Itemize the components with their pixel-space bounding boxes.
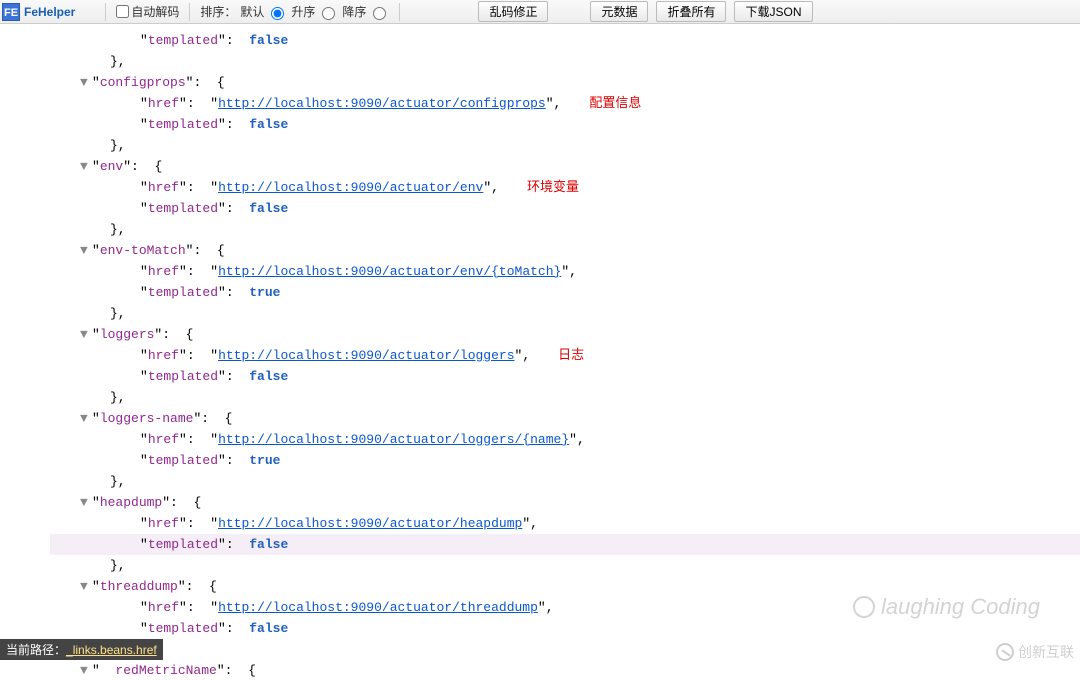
sort-radio-group: 默认 升序 降序 [240, 3, 389, 20]
href-link[interactable]: http://localhost:9090/actuator/env/ [218, 264, 491, 279]
caret-icon[interactable]: ▼ [80, 408, 92, 429]
sort-asc[interactable]: 升序 [291, 3, 338, 20]
href-link[interactable]: http://localhost:9090/actuator/loggers [218, 348, 514, 363]
sort-default-radio[interactable] [271, 7, 284, 20]
json-line: "templated": false [50, 618, 1080, 639]
annotation: 环境变量 [527, 180, 579, 195]
json-line: "templated": false [50, 198, 1080, 219]
json-line: ▼"env": { [50, 156, 1080, 177]
collapse-all-button[interactable]: 折叠所有 [656, 1, 726, 22]
json-line: "href": "http://localhost:9090/actuator/… [50, 513, 1080, 534]
sort-desc-radio[interactable] [373, 7, 386, 20]
divider [189, 3, 190, 21]
sort-asc-radio[interactable] [322, 7, 335, 20]
toolbar: FE FeHelper 自动解码 排序： 默认 升序 降序 乱码修正 元数据 折… [0, 0, 1080, 24]
json-line: "templated": true [50, 450, 1080, 471]
logo-icon: FE [2, 3, 20, 21]
href-link[interactable]: {toMatch} [491, 264, 561, 279]
fix-encoding-button[interactable]: 乱码修正 [478, 1, 548, 22]
status-label: 当前路径： [6, 643, 66, 657]
json-line: "href": "http://localhost:9090/actuator/… [50, 261, 1080, 282]
brand-icon [996, 643, 1014, 661]
json-line: }, [50, 471, 1080, 492]
href-link[interactable]: http://localhost:9090/actuator/configpro… [218, 96, 546, 111]
watermark: laughing Coding [853, 594, 1040, 620]
caret-icon[interactable]: ▼ [80, 156, 92, 177]
json-line: }, [50, 639, 1080, 660]
download-json-button[interactable]: 下载JSON [734, 1, 812, 22]
json-line: }, [50, 219, 1080, 240]
json-line: "href": "http://localhost:9090/actuator/… [50, 345, 1080, 366]
json-line: "href": "http://localhost:9090/actuator/… [50, 177, 1080, 198]
href-link[interactable]: {name} [522, 432, 569, 447]
divider [105, 3, 106, 21]
sort-default[interactable]: 默认 [240, 3, 287, 20]
annotation: 日志 [558, 348, 584, 363]
app-name: FeHelper [24, 5, 75, 19]
caret-icon[interactable]: ▼ [80, 576, 92, 597]
json-line: "templated": false [50, 30, 1080, 51]
json-line: ▼"heapdump": { [50, 492, 1080, 513]
annotation: 配置信息 [589, 96, 641, 111]
json-line: "templated": false [50, 114, 1080, 135]
sort-label: 排序： [200, 3, 236, 20]
watermark: 创新互联 [996, 642, 1074, 662]
json-line: }, [50, 555, 1080, 576]
json-line: "templated": true [50, 282, 1080, 303]
auto-decode-label: 自动解码 [131, 3, 179, 20]
href-link[interactable]: http://localhost:9090/actuator/loggers/ [218, 432, 522, 447]
json-line: "templated": false [50, 534, 1080, 555]
json-line: }, [50, 51, 1080, 72]
json-line: }, [50, 303, 1080, 324]
caret-icon[interactable]: ▼ [80, 324, 92, 345]
href-link[interactable]: http://localhost:9090/actuator/env [218, 180, 483, 195]
json-line: ▼"env-toMatch": { [50, 240, 1080, 261]
json-line: ▼"loggers-name": { [50, 408, 1080, 429]
json-line: }, [50, 387, 1080, 408]
json-line: "href": "http://localhost:9090/actuator/… [50, 429, 1080, 450]
metadata-button[interactable]: 元数据 [590, 1, 648, 22]
href-link[interactable]: http://localhost:9090/actuator/heapdump [218, 516, 522, 531]
status-bar: 当前路径：_links.beans.href [0, 639, 163, 660]
divider [399, 3, 400, 21]
json-line: }, [50, 135, 1080, 156]
wechat-icon [853, 596, 875, 618]
auto-decode-checkbox[interactable]: 自动解码 [116, 3, 179, 20]
caret-icon[interactable]: ▼ [80, 492, 92, 513]
json-viewer: "templated": false }, ▼"configprops": {"… [0, 24, 1080, 681]
json-line: ▼"configprops": { [50, 72, 1080, 93]
caret-icon[interactable]: ▼ [80, 660, 92, 681]
json-line: "href": "http://localhost:9090/actuator/… [50, 93, 1080, 114]
sort-desc[interactable]: 降序 [342, 3, 389, 20]
caret-icon[interactable]: ▼ [80, 72, 92, 93]
json-line: ▼"xxredMetricName": { [50, 660, 1080, 681]
json-line: ▼"loggers": { [50, 324, 1080, 345]
auto-decode-input[interactable] [116, 5, 129, 18]
json-line: "templated": false [50, 366, 1080, 387]
status-path[interactable]: _links.beans.href [66, 643, 157, 657]
href-link[interactable]: http://localhost:9090/actuator/threaddum… [218, 600, 538, 615]
caret-icon[interactable]: ▼ [80, 240, 92, 261]
